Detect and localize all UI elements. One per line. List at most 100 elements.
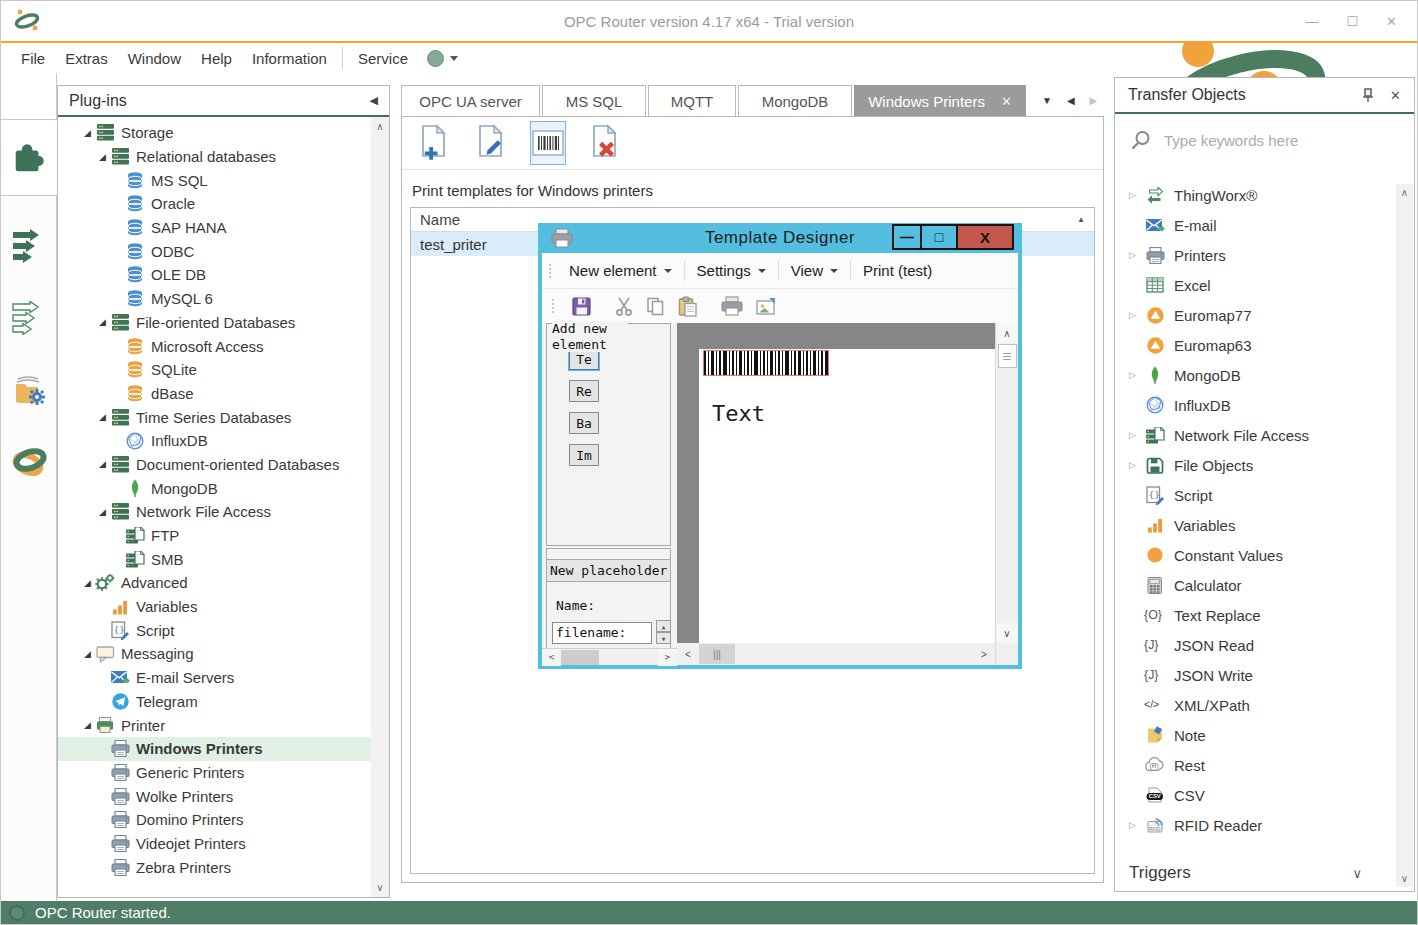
tab-windows-printers[interactable]: Windows Printers✕ (854, 85, 1026, 116)
menu-print-test[interactable]: Print (test) (851, 262, 944, 279)
tree-item-windows-printers[interactable]: Windows Printers (58, 737, 371, 761)
tree-item-sap-hana[interactable]: SAP HANA (58, 216, 371, 240)
tree-item-messaging[interactable]: ◢Messaging (58, 642, 371, 666)
export-image-icon[interactable] (755, 296, 777, 317)
expander-collapsed-icon[interactable]: ▷ (1129, 370, 1141, 380)
tree-item-relational-databases[interactable]: ◢ Relational databases (58, 145, 371, 169)
transfer-item-mongodb[interactable]: ▷MongoDB (1115, 360, 1414, 390)
pin-icon[interactable] (1362, 88, 1374, 102)
transfer-item-file-objects[interactable]: ▷File Objects (1115, 450, 1414, 480)
maximize-button[interactable]: ☐ (1346, 14, 1358, 29)
transfer-scrollbar[interactable]: ∧∨ (1396, 184, 1413, 887)
tree-item-network-file-access[interactable]: ◢ Network File Access (58, 500, 371, 524)
paste-icon[interactable] (677, 296, 698, 317)
transfer-item-note[interactable]: Note (1115, 720, 1414, 750)
expander-collapsed-icon[interactable]: ▷ (1129, 310, 1141, 320)
menu-settings[interactable]: Settings (685, 262, 778, 279)
designer-canvas[interactable]: Text (677, 323, 995, 643)
edit-template-button[interactable] (473, 121, 509, 165)
dialog-maximize-button[interactable]: □ (920, 224, 958, 250)
tree-item-ole-db[interactable]: OLE DB (58, 263, 371, 287)
menu-service[interactable]: Service (348, 46, 418, 71)
triggers-section[interactable]: Triggers ∨ (1115, 855, 1414, 891)
cut-icon[interactable] (614, 296, 634, 317)
tree-item-oracle[interactable]: Oracle (58, 192, 371, 216)
transfer-item-script[interactable]: {}Script (1115, 480, 1414, 510)
template-connections-icon[interactable] (11, 282, 47, 354)
add-template-button[interactable] (416, 121, 452, 165)
expander-collapsed-icon[interactable]: ▷ (1129, 250, 1141, 260)
tree-item-zebra-printers[interactable]: Zebra Printers (58, 855, 371, 879)
transfer-item-json-read[interactable]: {J}JSON Read (1115, 630, 1414, 660)
tree-item-time-series-databases[interactable]: ◢ Time Series Databases (58, 405, 371, 429)
tree-item-mysql-6[interactable]: MySQL 6 (58, 287, 371, 311)
transfer-item-text-replace[interactable]: {O}Text Replace (1115, 600, 1414, 630)
expander-expanded-icon[interactable]: ◢ (82, 128, 93, 138)
tree-item-e-mail-servers[interactable]: E-mail Servers (58, 666, 371, 690)
expander-expanded-icon[interactable]: ◢ (82, 649, 93, 659)
search-box[interactable]: Type keywords here (1115, 114, 1414, 166)
rect-element-button[interactable]: Re (569, 380, 599, 402)
transfer-item-xml-xpath[interactable]: </>XML/XPath (1115, 690, 1414, 720)
tree-item-file-oriented-databases[interactable]: ◢ File-oriented Databases (58, 311, 371, 335)
transfer-item-euromap63[interactable]: Euromap63 (1115, 330, 1414, 360)
tab-list-dropdown-icon[interactable]: ▼ (1042, 95, 1052, 106)
tree-item-dbase[interactable]: dBase (58, 382, 371, 406)
copy-icon[interactable] (645, 296, 666, 317)
opc-router-icon[interactable] (9, 426, 49, 498)
tree-item-generic-printers[interactable]: Generic Printers (58, 761, 371, 785)
tree-item-domino-printers[interactable]: Domino Printers (58, 808, 371, 832)
transfer-item-constant-values[interactable]: Constant Values (1115, 540, 1414, 570)
transfer-item-variables[interactable]: Variables (1115, 510, 1414, 540)
text-element[interactable]: Text (712, 401, 765, 426)
placeholder-name-input[interactable]: filename: (552, 622, 652, 644)
service-status-dropdown[interactable] (418, 50, 467, 67)
expander-expanded-icon[interactable]: ◢ (97, 317, 108, 327)
transfer-item-json-write[interactable]: {J}JSON Write (1115, 660, 1414, 690)
expander-expanded-icon[interactable]: ◢ (97, 152, 108, 162)
expander-expanded-icon[interactable]: ◢ (97, 412, 108, 422)
tree-item-microsoft-access[interactable]: Microsoft Access (58, 334, 371, 358)
dialog-close-button[interactable]: X (956, 224, 1014, 250)
tree-item-mongodb[interactable]: MongoDB (58, 476, 371, 500)
tree-item-advanced[interactable]: ◢Advanced (58, 571, 371, 595)
transfer-item-influxdb[interactable]: InfluxDB (1115, 390, 1414, 420)
tree-item-script[interactable]: {}Script (58, 618, 371, 642)
tab-scroll-left-icon[interactable]: ◀ (1067, 95, 1075, 106)
transfer-item-rfid-reader[interactable]: ▷RFIDRFID Reader (1115, 810, 1414, 840)
tree-item-document-oriented-databases[interactable]: ◢ Document-oriented Databases (58, 453, 371, 477)
plugins-scrollbar[interactable]: ∧∨ (371, 117, 389, 897)
canvas-hscroll[interactable]: <||| > (677, 643, 995, 665)
template-page[interactable]: Text (699, 349, 995, 643)
transfer-item-network-file-access[interactable]: ▷Network File Access (1115, 420, 1414, 450)
tab-opc-ua-server[interactable]: OPC UA server (401, 85, 540, 116)
tree-item-storage[interactable]: ◢ Storage (58, 121, 371, 145)
expander-expanded-icon[interactable]: ◢ (97, 507, 108, 517)
left-panel-hscroll[interactable]: < > (542, 648, 677, 665)
close-panel-icon[interactable]: ✕ (1390, 88, 1401, 103)
transfer-item-thingworx-[interactable]: ▷ThingWorx® (1115, 180, 1414, 210)
tab-mongodb[interactable]: MongoDB (738, 85, 852, 116)
transfer-item-csv[interactable]: CSVCSV (1115, 780, 1414, 810)
menu-window[interactable]: Window (118, 46, 191, 71)
tree-item-ftp[interactable]: FTP (58, 524, 371, 548)
print-icon[interactable] (720, 296, 744, 317)
transfer-item-e-mail[interactable]: E-mail (1115, 210, 1414, 240)
minimize-button[interactable]: — (1305, 14, 1318, 29)
expander-expanded-icon[interactable]: ◢ (97, 459, 108, 469)
menu-view[interactable]: View (779, 262, 850, 279)
tree-item-influxdb[interactable]: InfluxDB (58, 429, 371, 453)
tree-item-smb[interactable]: SMB (58, 547, 371, 571)
tab-ms-sql[interactable]: MS SQL (542, 85, 646, 116)
tree-item-odbc[interactable]: ODBC (58, 239, 371, 263)
delete-template-button[interactable] (587, 121, 623, 165)
spinner[interactable]: ▲▼ (656, 620, 671, 644)
expander-collapsed-icon[interactable]: ▷ (1129, 190, 1141, 200)
connections-icon[interactable] (11, 210, 47, 282)
image-element-button[interactable]: Im (569, 444, 599, 466)
tree-item-videojet-printers[interactable]: Videojet Printers (58, 832, 371, 856)
expander-expanded-icon[interactable]: ◢ (82, 720, 93, 730)
transfer-item-calculator[interactable]: Calculator (1115, 570, 1414, 600)
transfer-item-excel[interactable]: Excel (1115, 270, 1414, 300)
transfer-item-printers[interactable]: ▷Printers (1115, 240, 1414, 270)
